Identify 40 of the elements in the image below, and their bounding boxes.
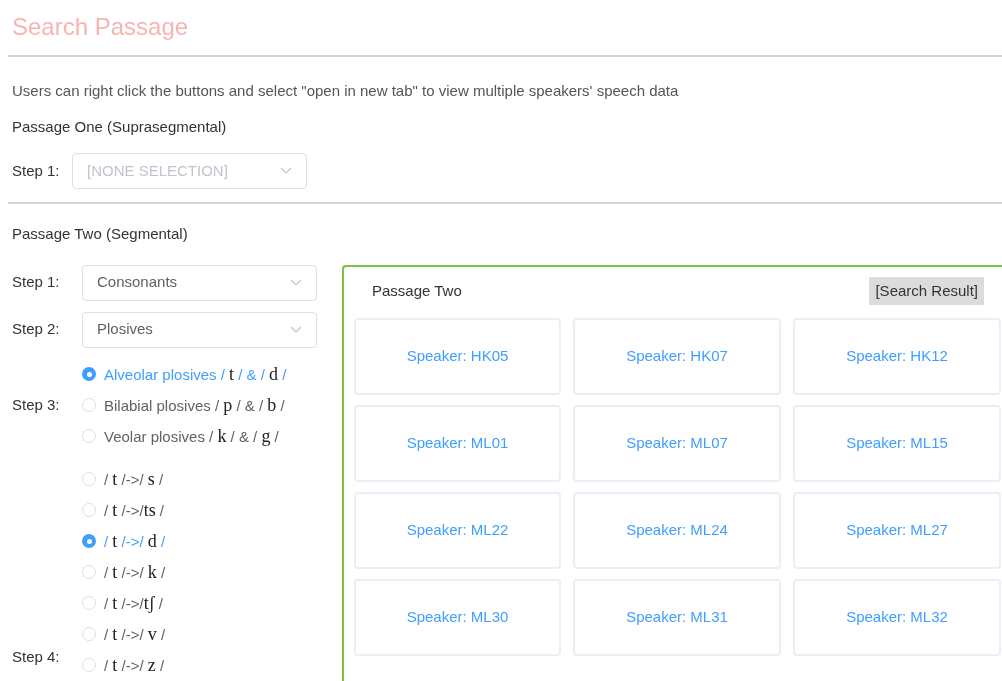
radio-label[interactable]: / t /->/tʃ /	[104, 589, 163, 617]
step-label: Step 3:	[12, 394, 61, 415]
section-heading: Passage Two (Segmental)	[11, 224, 189, 244]
chevron-down-icon	[280, 167, 292, 175]
dropdown[interactable]: Plosives	[82, 311, 317, 348]
speaker-button[interactable]: Speaker: HK07	[573, 318, 781, 395]
speaker-button[interactable]: Speaker: ML30	[354, 579, 561, 656]
section-heading: Passage One (Suprasegmental)	[11, 116, 228, 137]
speaker-button[interactable]: Speaker: HK05	[354, 318, 561, 395]
chevron-down-icon	[290, 278, 302, 287]
radio-button[interactable]	[82, 534, 96, 548]
radio-label[interactable]: / t /->/ d /	[104, 527, 166, 555]
speaker-button[interactable]: Speaker: ML24	[573, 492, 781, 569]
speaker-button[interactable]: Speaker: ML32	[793, 579, 1001, 656]
radio-label[interactable]: / t /->/ v /	[104, 620, 166, 648]
speaker-button[interactable]: Speaker: ML31	[573, 579, 781, 656]
radio-label[interactable]: / t /->/ts /	[104, 496, 164, 524]
step-label: Step 1:	[12, 160, 61, 181]
speaker-button[interactable]: Speaker: ML27	[793, 492, 1001, 569]
radio-label[interactable]: Alveolar plosives / t / & / d /	[104, 360, 287, 388]
result-badge: [Search Result]	[869, 276, 984, 305]
speaker-button[interactable]: Speaker: ML01	[354, 405, 561, 482]
speaker-button[interactable]: Speaker: ML07	[573, 405, 781, 482]
step-label: Step 2:	[12, 319, 61, 340]
radio-label[interactable]: Bilabial plosives / p / & / b /	[104, 391, 285, 419]
radio-label[interactable]: / t /->/ k /	[104, 558, 166, 586]
panel-title: Passage Two	[372, 280, 462, 301]
page-title: Search Passage	[11, 12, 190, 42]
step-label: Step 4:	[12, 647, 61, 667]
chevron-down-icon	[290, 325, 302, 334]
radio-button[interactable]	[82, 367, 96, 381]
radio-label[interactable]: / t /->/ s /	[104, 465, 164, 493]
speaker-button[interactable]: Speaker: HK12	[793, 318, 1001, 395]
radio-label[interactable]: / t /->/ z /	[104, 651, 165, 679]
notice-text: Users can right click the buttons and select "open in new tab" to view multiple speakers' speech data	[11, 81, 680, 101]
radio-label[interactable]: Veolar plosives / k / & / g /	[104, 422, 279, 450]
speaker-button[interactable]: Speaker: ML22	[354, 492, 561, 569]
dropdown[interactable]: Consonants	[82, 264, 317, 301]
step-label: Step 1:	[12, 272, 61, 293]
speaker-button[interactable]: Speaker: ML15	[793, 405, 1001, 482]
